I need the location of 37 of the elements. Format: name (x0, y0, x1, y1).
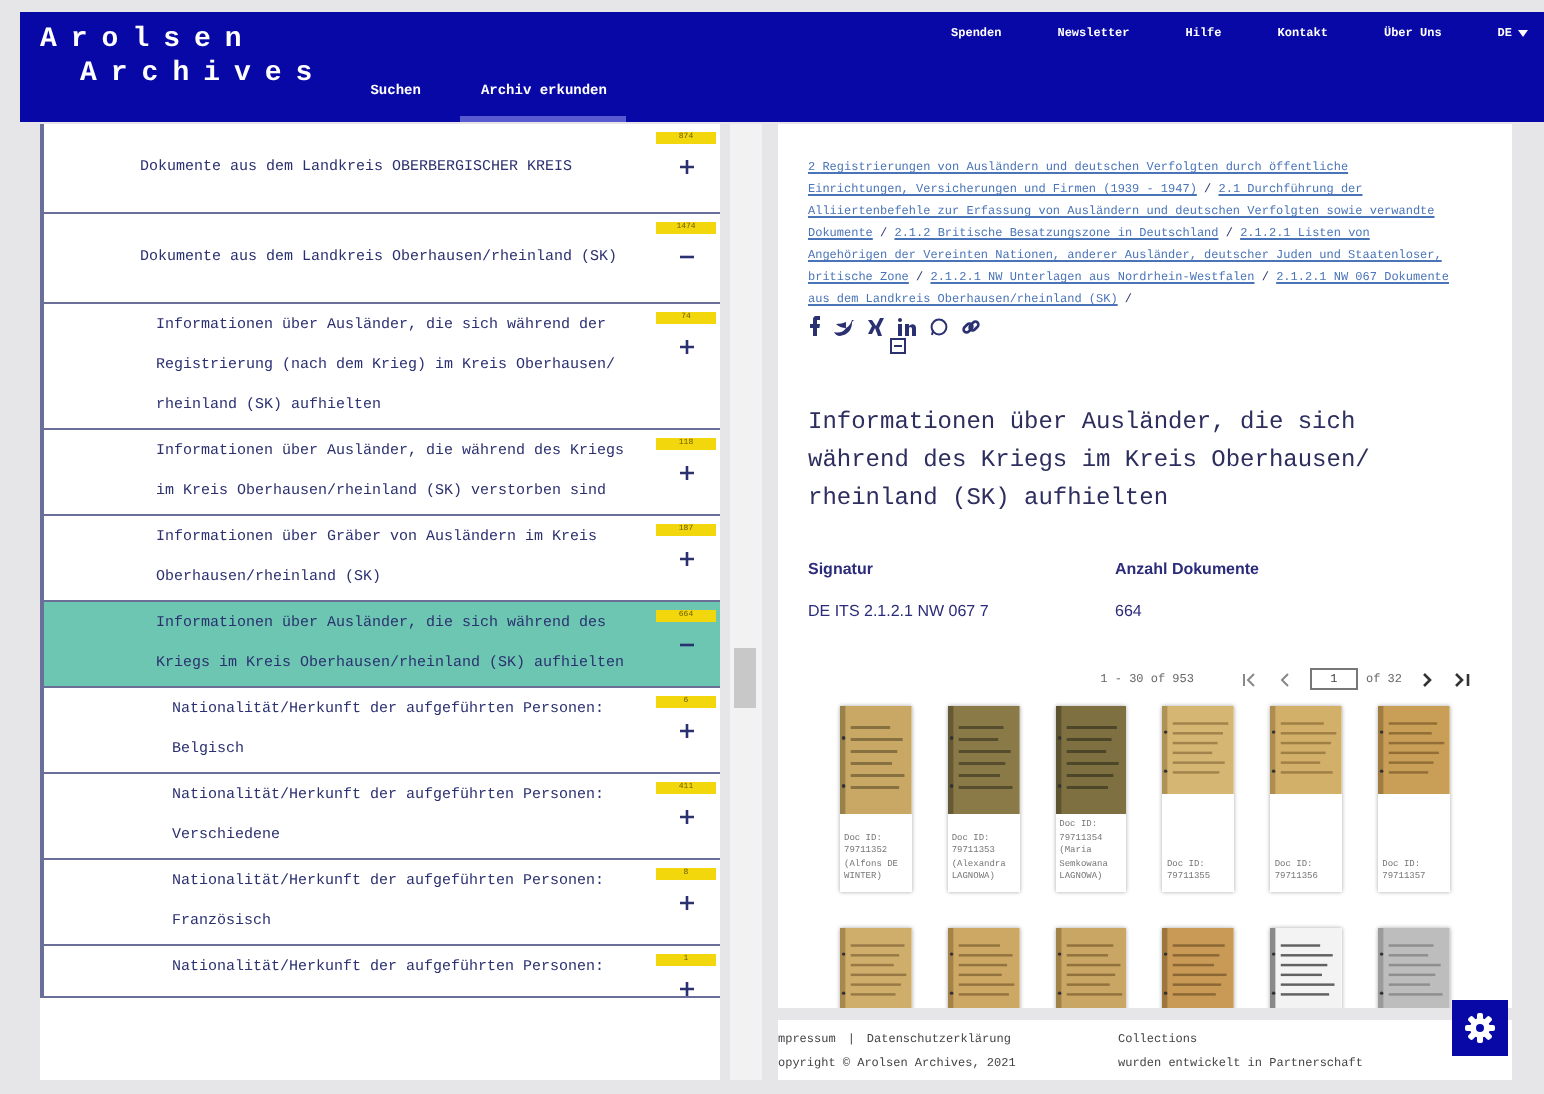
field-label: Signatur (808, 558, 875, 582)
settings-button[interactable] (1452, 1000, 1508, 1056)
collapse-icon[interactable] (889, 338, 906, 354)
plus-icon[interactable] (679, 340, 693, 354)
next-page-icon[interactable] (1422, 671, 1434, 687)
document-card[interactable] (840, 927, 912, 1008)
document-card[interactable] (1270, 927, 1343, 1008)
plus-icon[interactable] (679, 466, 693, 480)
page-title: Informationen über Ausländer, die sich während des Kriegs im Kreis Oberhausen/ rheinland (SK) aufhielten (808, 406, 1372, 516)
scrollbar[interactable] (730, 124, 762, 1080)
bird-icon[interactable] (834, 317, 854, 335)
logo-text: Archives (78, 58, 327, 92)
minus-icon[interactable] (679, 250, 693, 264)
document-card[interactable] (947, 927, 1020, 1008)
facebook-icon[interactable] (808, 316, 820, 336)
plus-icon[interactable] (679, 552, 693, 566)
plus-icon[interactable] (679, 896, 693, 910)
logo-text: Arolsen (40, 24, 258, 58)
document-card[interactable] (1055, 927, 1127, 1008)
xing-icon[interactable] (868, 317, 884, 335)
minus-icon[interactable] (679, 638, 693, 652)
field-value: 664 (1115, 600, 1144, 624)
field-value: DE ITS 2.1.2.1 NW 067 7 (808, 600, 991, 624)
previous-page-icon[interactable] (1277, 671, 1290, 687)
link-icon[interactable] (962, 317, 980, 335)
chat-bubble-icon[interactable] (930, 317, 948, 335)
plus-icon[interactable] (679, 724, 693, 738)
last-page-icon[interactable] (1454, 671, 1470, 687)
plus-icon[interactable] (679, 160, 693, 174)
plus-icon[interactable] (679, 810, 693, 824)
plus-icon[interactable] (679, 982, 693, 996)
first-page-icon[interactable] (1241, 671, 1258, 687)
settings-icon[interactable] (1464, 1012, 1496, 1044)
caret-icon[interactable] (1518, 29, 1528, 37)
document-card[interactable] (1162, 927, 1235, 1008)
linkedin-icon[interactable] (898, 317, 916, 335)
field-label: Anzahl Dokumente (1115, 558, 1262, 582)
